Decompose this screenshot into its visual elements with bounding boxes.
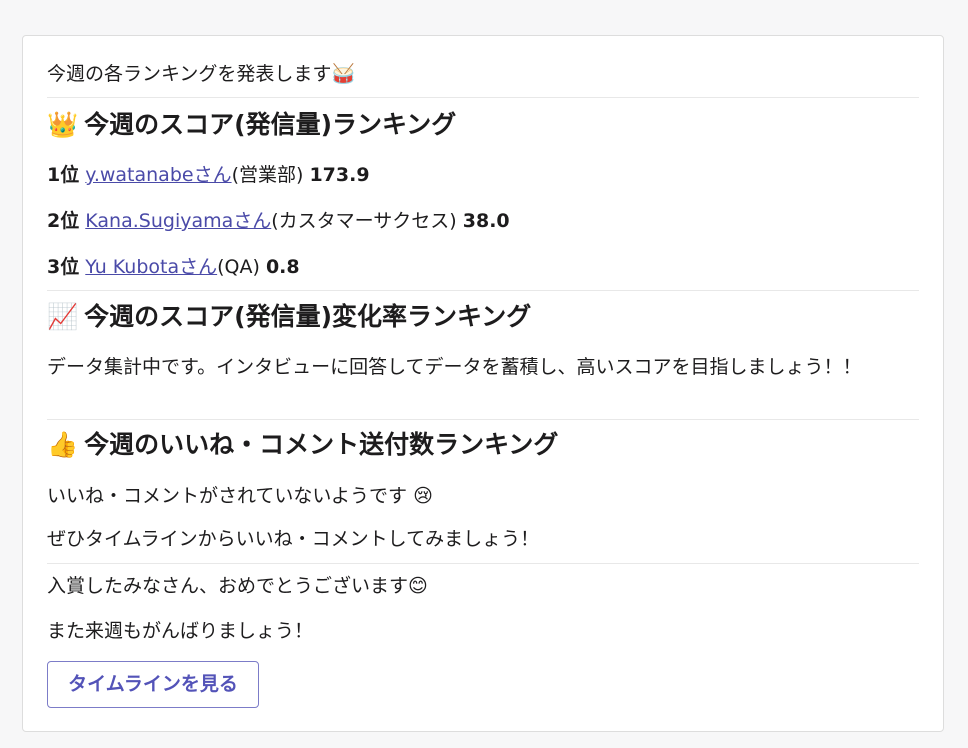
- smiling-face-icon: 😊: [408, 575, 428, 597]
- divider: [47, 563, 919, 564]
- thumbs-up-icon: 👍: [47, 430, 79, 459]
- rank-label: 2位: [47, 210, 80, 232]
- divider: [47, 419, 919, 420]
- crying-face-icon: 😢: [413, 485, 433, 507]
- drum-icon: 🥁: [331, 63, 356, 85]
- department: (QA): [217, 256, 260, 278]
- likes-message-1-text: いいね・コメントがされていないようです: [47, 485, 408, 507]
- closing-message-1: 入賞したみなさん、おめでとうございます😊: [47, 574, 428, 598]
- closing-message-1-text: 入賞したみなさん、おめでとうございます: [47, 575, 409, 597]
- intro-label: 今週の各ランキングを発表します: [47, 63, 332, 85]
- closing-message-2: また来週もがんばりましょう！: [47, 620, 314, 642]
- change-ranking-message: データ集計中です。インタビューに回答してデータを蓄積し、高いスコアを目指しましょ…: [47, 356, 862, 378]
- change-ranking-heading: 📈 今週のスコア(発信量)変化率ランキング: [47, 301, 531, 333]
- rank-label: 3位: [47, 256, 80, 278]
- change-ranking-title: 今週のスコア(発信量)変化率ランキング: [84, 302, 532, 331]
- likes-message-1: いいね・コメントがされていないようです 😢: [47, 484, 433, 508]
- view-timeline-button[interactable]: タイムラインを見る: [47, 661, 259, 708]
- message-card: 今週の各ランキングを発表します🥁 👑 今週のスコア(発信量)ランキング 1位 y.…: [22, 35, 944, 732]
- likes-message-2: ぜひタイムラインからいいね・コメントしてみましょう！: [47, 528, 540, 550]
- crown-icon: 👑: [47, 110, 79, 139]
- user-link[interactable]: Kana.Sugiyamaさん: [85, 210, 271, 232]
- score-value: 0.8: [265, 256, 300, 278]
- ranking-entry: 3位 Yu Kubotaさん(QA) 0.8: [47, 255, 300, 279]
- score-value: 173.9: [309, 164, 370, 186]
- rank-label: 1位: [47, 164, 80, 186]
- score-ranking-title: 今週のスコア(発信量)ランキング: [84, 110, 457, 139]
- department: (営業部): [231, 164, 304, 186]
- divider: [47, 97, 919, 98]
- score-ranking-heading: 👑 今週のスコア(発信量)ランキング: [47, 109, 456, 141]
- likes-ranking-title: 今週のいいね・コメント送付数ランキング: [84, 430, 559, 459]
- user-link[interactable]: Yu Kubotaさん: [85, 256, 217, 278]
- divider: [47, 290, 919, 291]
- chart-increasing-icon: 📈: [47, 302, 79, 331]
- department: (カスタマーサクセス): [271, 210, 457, 232]
- ranking-entry: 1位 y.watanabeさん(営業部) 173.9: [47, 163, 370, 187]
- intro-text: 今週の各ランキングを発表します🥁: [47, 62, 355, 86]
- score-value: 38.0: [462, 210, 510, 232]
- ranking-entry: 2位 Kana.Sugiyamaさん(カスタマーサクセス) 38.0: [47, 209, 510, 233]
- user-link[interactable]: y.watanabeさん: [85, 164, 231, 186]
- likes-ranking-heading: 👍 今週のいいね・コメント送付数ランキング: [47, 429, 558, 461]
